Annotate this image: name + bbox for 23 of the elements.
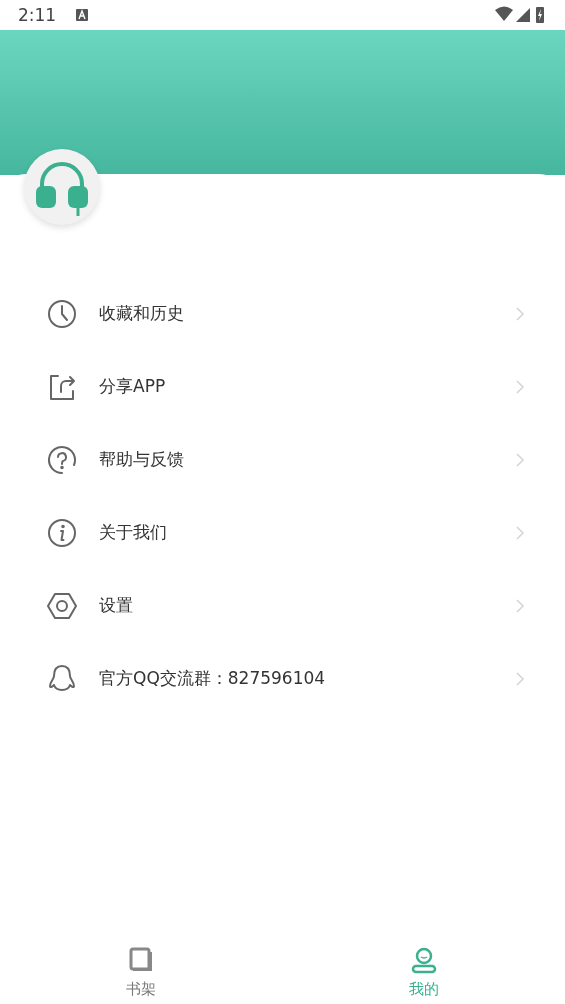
menu-item[interactable]: 收藏和历史: [0, 277, 565, 350]
chevron-icon: [515, 451, 525, 468]
notification-icon: [76, 9, 89, 21]
nav-tab[interactable]: 书架: [0, 934, 283, 1004]
menu-item[interactable]: 设置: [0, 569, 565, 642]
help-icon: [47, 444, 77, 475]
settings-icon: [47, 590, 77, 621]
menu-item[interactable]: 帮助与反馈: [0, 423, 565, 496]
chevron-icon: [515, 305, 525, 322]
menu-item[interactable]: 关于我们: [0, 496, 565, 569]
clock-icon: [47, 298, 77, 329]
penguin-icon: [47, 663, 77, 694]
chevron-icon: [515, 378, 525, 395]
status-icons: [495, 6, 547, 24]
profile-icon: [409, 946, 438, 974]
avatar[interactable]: [24, 149, 100, 225]
menu-item[interactable]: 分享APP: [0, 350, 565, 423]
status-time: 2:11: [18, 5, 57, 25]
chevron-icon: [515, 597, 525, 614]
info-icon: [47, 517, 77, 548]
chevron-icon: [515, 524, 525, 541]
chevron-icon: [515, 670, 525, 687]
menu-item[interactable]: 官方QQ交流群：827596104: [0, 642, 565, 715]
